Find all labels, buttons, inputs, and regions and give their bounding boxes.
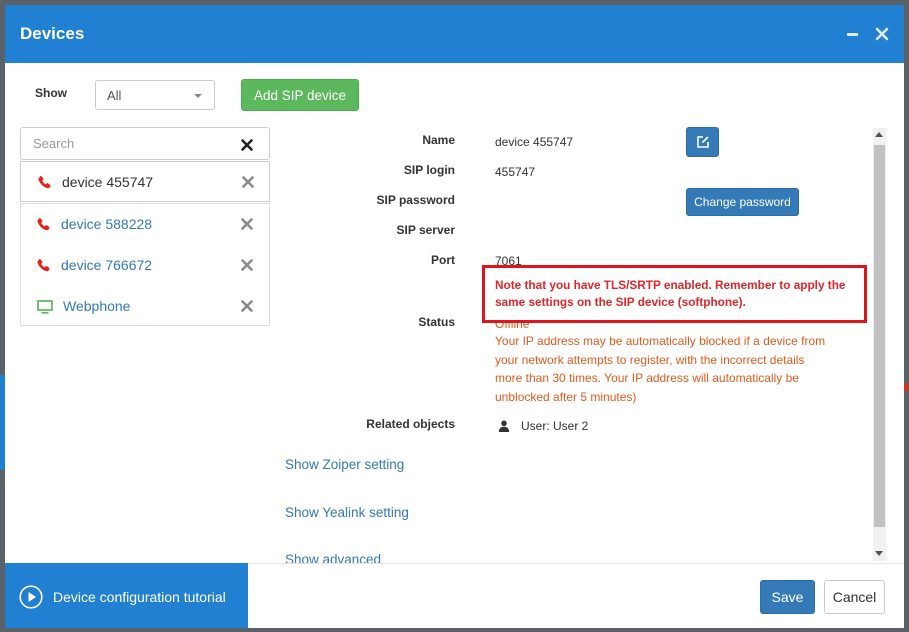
add-sip-device-button[interactable]: Add SIP device [241, 79, 359, 111]
status-label: Status [418, 315, 455, 329]
remove-device-icon[interactable] [242, 175, 254, 193]
show-filter-select[interactable]: All [95, 80, 215, 110]
tutorial-label: Device configuration tutorial [53, 589, 226, 605]
remove-device-icon[interactable] [241, 258, 253, 276]
minimize-icon[interactable] [846, 27, 860, 46]
user-icon [498, 419, 510, 437]
details-scrollbar[interactable] [873, 128, 886, 561]
cancel-button[interactable]: Cancel [824, 580, 885, 614]
status-warning-line: your network attempts to register, with … [495, 352, 805, 367]
modal-header: Devices [5, 5, 904, 63]
device-list-item[interactable]: device 766672 [21, 245, 271, 286]
status-warning: Your IP address may be automatically blo… [495, 332, 825, 406]
phone-icon [36, 258, 51, 278]
show-yealink-setting-link[interactable]: Show Yealink setting [285, 505, 409, 521]
related-user-link[interactable]: User: User 2 [521, 418, 588, 434]
background-page-accent [904, 383, 909, 391]
sip-login-label: SIP login [403, 163, 455, 177]
scroll-down-icon[interactable] [875, 551, 883, 556]
phone-icon [37, 175, 52, 195]
clear-icon[interactable] [241, 138, 253, 156]
device-name: device 766672 [61, 257, 153, 273]
device-name: device 588228 [61, 216, 153, 232]
status-warning-line: Your IP address may be automatically blo… [495, 334, 826, 348]
device-name: Webphone [63, 298, 131, 314]
name-value: device 455747 [495, 135, 574, 149]
save-label: Save [771, 589, 804, 605]
show-label: Show [35, 86, 67, 100]
search-input[interactable] [21, 128, 236, 159]
modal-title: Devices [20, 24, 85, 43]
show-filter-value: All [107, 88, 122, 103]
tls-note-line: same settings on the SIP device (softpho… [495, 294, 746, 309]
device-list-item[interactable]: device 455747 [20, 161, 270, 202]
play-circle-icon [19, 585, 43, 614]
cancel-label: Cancel [832, 589, 877, 605]
device-list-item[interactable]: Webphone [21, 286, 271, 327]
show-zoiper-setting-link[interactable]: Show Zoiper setting [285, 457, 404, 473]
tls-note-line: Note that you have TLS/SRTP enabled. Rem… [495, 278, 846, 292]
sip-login-value: 455747 [495, 165, 536, 179]
sip-password-label: SIP password [376, 193, 455, 207]
tls-note: Note that you have TLS/SRTP enabled. Rem… [495, 277, 845, 310]
status-warning-line: more than 30 times. Your IP address will… [495, 371, 799, 385]
port-label: Port [431, 253, 455, 267]
edit-name-button[interactable] [686, 127, 719, 157]
save-button[interactable]: Save [760, 580, 815, 614]
change-password-button[interactable]: Change password [686, 188, 799, 216]
device-list-item[interactable]: device 588228 [21, 204, 271, 245]
monitor-icon [37, 300, 53, 319]
search-box [20, 127, 270, 160]
device-list-group: device 588228 device 766672 Webphone [20, 203, 270, 326]
close-icon[interactable] [875, 27, 889, 46]
sip-server-label: SIP server [396, 223, 456, 237]
scrollbar-thumb[interactable] [874, 145, 885, 527]
device-configuration-tutorial-button[interactable]: Device configuration tutorial [5, 563, 248, 628]
edit-icon [696, 135, 710, 149]
chevron-down-icon [194, 94, 202, 98]
add-sip-device-label: Add SIP device [253, 87, 347, 103]
name-label: Name [422, 133, 455, 147]
status-warning-line: unblocked after 5 minutes) [495, 389, 637, 404]
phone-icon [36, 217, 51, 237]
related-objects-label: Related objects [366, 417, 455, 431]
remove-device-icon[interactable] [241, 217, 253, 235]
change-password-label: Change password [694, 195, 791, 209]
device-name: device 455747 [62, 174, 154, 190]
remove-device-icon[interactable] [241, 299, 253, 317]
scroll-up-icon[interactable] [875, 132, 883, 137]
